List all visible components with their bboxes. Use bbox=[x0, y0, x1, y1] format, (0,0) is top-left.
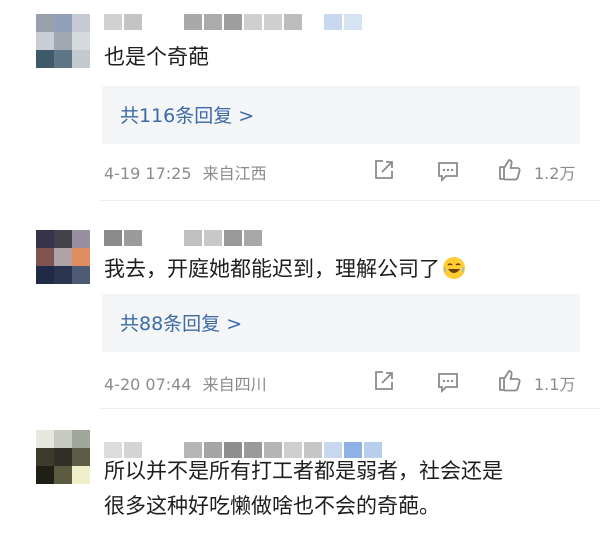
avatar-mosaic-cell bbox=[72, 430, 90, 448]
username-mosaic-cell bbox=[164, 14, 182, 30]
avatar-mosaic-cell bbox=[72, 230, 90, 248]
view-replies-button[interactable]: 共116条回复 > bbox=[102, 86, 580, 144]
username-redacted[interactable] bbox=[104, 14, 362, 30]
avatar-mosaic-cell bbox=[54, 14, 72, 32]
share-icon[interactable] bbox=[372, 158, 396, 186]
avatar-mosaic-cell bbox=[36, 32, 54, 50]
avatar-mosaic-cell bbox=[72, 50, 90, 68]
comment-icon[interactable] bbox=[436, 159, 460, 187]
username-mosaic-cell bbox=[184, 230, 202, 246]
laughing-crying-emoji-icon bbox=[442, 256, 466, 280]
comment-meta: 4-20 07:44 来自四川 bbox=[104, 371, 267, 395]
avatar-mosaic-cell bbox=[36, 448, 54, 466]
comment-icon[interactable] bbox=[436, 370, 460, 398]
comment-date: 4-20 07:44 bbox=[104, 375, 192, 394]
avatar-mosaic-cell bbox=[36, 50, 54, 68]
avatar-mosaic-cell bbox=[36, 430, 54, 448]
view-replies-button[interactable]: 共88条回复 > bbox=[102, 294, 580, 352]
username-mosaic-cell bbox=[104, 230, 122, 246]
username-mosaic-cell bbox=[204, 14, 222, 30]
comment-date: 4-19 17:25 bbox=[104, 164, 192, 183]
divider bbox=[100, 200, 600, 201]
comment-item: 也是个奇葩 共116条回复 > 4-19 17:25 来自江西 1.2万 bbox=[0, 0, 600, 200]
comment-text: 我去，开庭她都能迟到，理解公司了 bbox=[104, 252, 466, 287]
username-mosaic-cell bbox=[304, 14, 322, 30]
avatar-mosaic-cell bbox=[54, 448, 72, 466]
share-icon[interactable] bbox=[372, 369, 396, 397]
avatar-mosaic-cell bbox=[54, 266, 72, 284]
avatar-mosaic-cell bbox=[54, 230, 72, 248]
comment-text-content: 我去，开庭她都能迟到，理解公司了 bbox=[104, 257, 440, 281]
replies-link-label: 共88条回复 > bbox=[120, 313, 243, 335]
avatar-mosaic-cell bbox=[36, 248, 54, 266]
thumbs-up-icon[interactable] bbox=[497, 367, 523, 397]
comment-item: 所以并不是所有打工者都是弱者，社会还是 很多这种好吃懒做啥也不会的奇葩。 bbox=[0, 410, 600, 533]
avatar-mosaic-cell bbox=[72, 266, 90, 284]
avatar-mosaic-cell bbox=[54, 466, 72, 484]
username-mosaic-cell bbox=[244, 14, 262, 30]
avatar-mosaic-cell bbox=[54, 32, 72, 50]
username-mosaic-cell bbox=[344, 14, 362, 30]
username-mosaic-cell bbox=[224, 230, 242, 246]
avatar-mosaic-cell bbox=[36, 266, 54, 284]
username-mosaic-cell bbox=[164, 230, 182, 246]
avatar[interactable] bbox=[36, 230, 90, 284]
username-mosaic-cell bbox=[184, 14, 202, 30]
avatar[interactable] bbox=[36, 430, 90, 484]
avatar[interactable] bbox=[36, 14, 90, 68]
comment-text-line: 很多这种好吃懒做啥也不会的奇葩。 bbox=[104, 494, 440, 518]
comment-text-line: 所以并不是所有打工者都是弱者，社会还是 bbox=[104, 459, 503, 483]
comment-location: 来自江西 bbox=[202, 164, 267, 183]
avatar-mosaic-cell bbox=[54, 50, 72, 68]
username-mosaic-cell bbox=[204, 230, 222, 246]
comment-text: 所以并不是所有打工者都是弱者，社会还是 很多这种好吃懒做啥也不会的奇葩。 bbox=[104, 454, 503, 524]
username-mosaic-cell bbox=[224, 14, 242, 30]
comment-item: 我去，开庭她都能迟到，理解公司了 共88条回复 > 4-20 07:44 来自四… bbox=[0, 214, 600, 414]
username-mosaic-cell bbox=[284, 14, 302, 30]
avatar-mosaic-cell bbox=[36, 14, 54, 32]
avatar-mosaic-cell bbox=[72, 32, 90, 50]
avatar-mosaic-cell bbox=[36, 230, 54, 248]
username-mosaic-cell bbox=[144, 14, 162, 30]
username-mosaic-cell bbox=[264, 14, 282, 30]
comment-text: 也是个奇葩 bbox=[104, 45, 209, 69]
username-mosaic-cell bbox=[124, 14, 142, 30]
avatar-mosaic-cell bbox=[72, 466, 90, 484]
username-mosaic-cell bbox=[324, 14, 342, 30]
avatar-mosaic-cell bbox=[54, 430, 72, 448]
avatar-mosaic-cell bbox=[36, 466, 54, 484]
avatar-mosaic-cell bbox=[72, 248, 90, 266]
like-count: 1.2万 bbox=[534, 164, 576, 183]
avatar-mosaic-cell bbox=[72, 448, 90, 466]
avatar-mosaic-cell bbox=[54, 248, 72, 266]
comment-location: 来自四川 bbox=[202, 375, 267, 394]
replies-link-label: 共116条回复 > bbox=[120, 105, 255, 127]
thumbs-up-icon[interactable] bbox=[497, 156, 523, 186]
username-redacted[interactable] bbox=[104, 230, 262, 246]
comment-meta: 4-19 17:25 来自江西 bbox=[104, 160, 267, 184]
like-count: 1.1万 bbox=[534, 375, 576, 394]
divider bbox=[100, 408, 600, 409]
avatar-mosaic-cell bbox=[72, 14, 90, 32]
username-mosaic-cell bbox=[124, 230, 142, 246]
username-mosaic-cell bbox=[144, 230, 162, 246]
username-mosaic-cell bbox=[244, 230, 262, 246]
username-mosaic-cell bbox=[104, 14, 122, 30]
